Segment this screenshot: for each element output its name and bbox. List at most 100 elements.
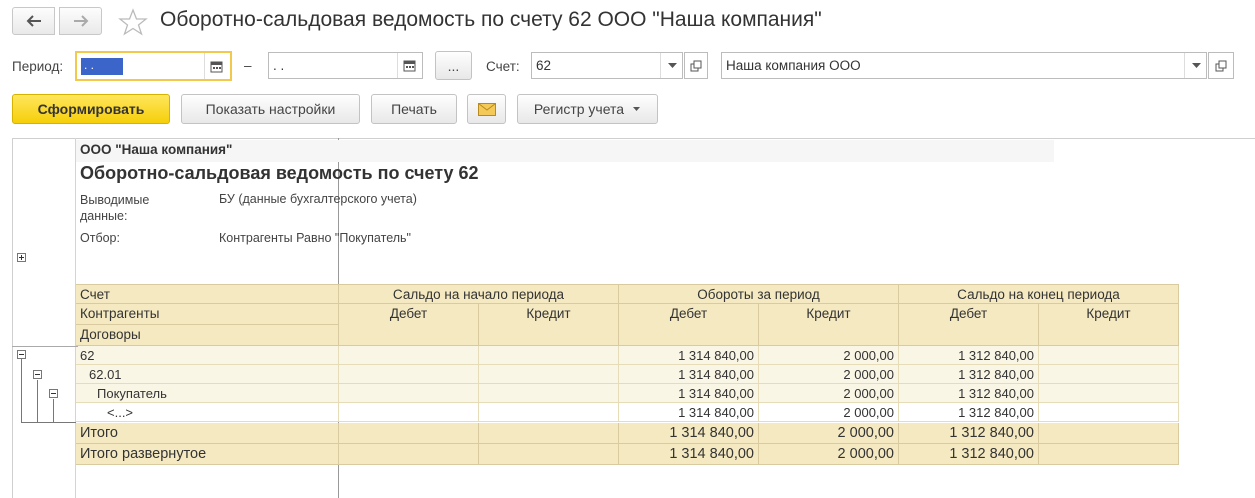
row-open_c [479,403,619,422]
tree-line [53,399,54,422]
expand-header-icon[interactable] [17,253,26,262]
row-open_d [339,384,479,403]
total-name: Итого [76,423,339,444]
row-close_c [1039,346,1179,365]
report-title: Оборотно-сальдовая ведомость по счету 62 [80,163,479,183]
row-close_d: 1 312 840,00 [899,403,1039,422]
account-value: 62 [536,58,552,73]
chevron-down-icon [667,62,677,68]
generate-button[interactable]: Сформировать [12,94,170,124]
open-icon [1215,60,1227,71]
organization-open-button[interactable] [1208,52,1234,79]
header-opening: Сальдо на начало периода [339,284,619,304]
print-button[interactable]: Печать [371,94,457,124]
row-open_c [479,384,619,403]
row-name: Покупатель [76,384,339,403]
forward-button[interactable] [59,7,102,35]
collapse-62-icon[interactable] [17,350,26,359]
row-turn_c: 2 000,00 [759,346,899,365]
header-turnover-credit: Кредит [759,304,899,346]
total-turn_c: 2 000,00 [759,423,899,444]
tree-line [12,346,78,347]
register-label: Регистр учета [533,101,625,117]
collapse-6201-icon[interactable] [33,370,42,379]
filter-value: Контрагенты Равно "Покупатель" [219,231,411,245]
header-opening-debit: Дебет [339,304,479,346]
total-open_c [479,444,619,465]
header-opening-credit: Кредит [479,304,619,346]
row-name: 62 [76,346,339,365]
row-open_d [339,346,479,365]
row-close_c [1039,365,1179,384]
total-turn_d: 1 314 840,00 [619,444,759,465]
header-turnover-debit: Дебет [619,304,759,346]
period-from-value: . . [81,58,123,75]
row-close_d: 1 312 840,00 [899,346,1039,365]
filter-label: Отбор: [80,231,120,245]
calendar-button[interactable] [204,53,227,79]
chevron-down-icon [1191,62,1201,68]
output-label-line2: данные: [80,209,128,223]
back-button[interactable] [12,7,55,35]
account-open-button[interactable] [684,52,708,79]
total-close_c [1039,444,1179,465]
row-name: <...> [76,403,339,422]
window-title: Оборотно-сальдовая ведомость по счету 62… [160,8,822,31]
envelope-icon [477,102,496,116]
row-turn_c: 2 000,00 [759,384,899,403]
row-turn_d: 1 314 840,00 [619,384,759,403]
output-label-line1: Выводимые [80,193,150,207]
organization-dropdown[interactable] [1184,53,1207,78]
output-value: БУ (данные бухгалтерского учета) [219,192,417,206]
star-icon[interactable] [118,8,148,36]
chevron-down-icon [633,106,641,111]
period-dash: – [244,58,252,73]
calendar-button-2[interactable] [397,53,420,78]
period-select-button[interactable]: ... [435,51,472,80]
row-open_d [339,365,479,384]
period-to-field[interactable]: . . [268,52,423,79]
report-org-name: ООО "Наша компания" [80,142,233,157]
header-closing-credit: Кредит [1039,304,1179,346]
total-close_d: 1 312 840,00 [899,444,1039,465]
tree-line [21,422,76,423]
email-button[interactable] [467,94,506,124]
arrow-right-icon [73,15,88,27]
total-turn_d: 1 314 840,00 [619,423,759,444]
calendar-icon [403,60,415,72]
total-open_d [339,423,479,444]
total-open_c [479,423,619,444]
header-contracts: Договоры [76,325,339,346]
account-field[interactable]: 62 [531,52,683,79]
open-icon [690,60,702,71]
tree-line [37,380,38,422]
account-dropdown[interactable] [660,53,683,78]
output-label: Выводимые данные: [80,192,149,224]
total-close_c [1039,423,1179,444]
account-label: Счет: [486,59,520,74]
total-turn_c: 2 000,00 [759,444,899,465]
register-button[interactable]: Регистр учета [517,94,658,124]
calendar-icon [210,61,222,72]
collapse-buyer-icon[interactable] [49,389,58,398]
row-name: 62.01 [76,365,339,384]
header-turnover: Обороты за период [619,284,899,304]
total-name: Итого развернутое [76,444,339,465]
period-from-field[interactable]: . . [75,51,232,81]
row-turn_c: 2 000,00 [759,403,899,422]
row-turn_d: 1 314 840,00 [619,365,759,384]
period-to-value: . . [273,58,285,73]
organization-field[interactable]: Наша компания ООО [721,52,1207,79]
arrow-left-icon [26,15,41,27]
period-label: Период: [12,59,64,74]
show-settings-button[interactable]: Показать настройки [181,94,360,124]
row-close_c [1039,403,1179,422]
header-account: Счет [76,284,339,304]
row-close_d: 1 312 840,00 [899,365,1039,384]
header-closing-debit: Дебет [899,304,1039,346]
row-open_d [339,403,479,422]
row-close_c [1039,384,1179,403]
organization-value: Наша компания ООО [726,58,861,73]
row-turn_d: 1 314 840,00 [619,403,759,422]
row-close_d: 1 312 840,00 [899,384,1039,403]
